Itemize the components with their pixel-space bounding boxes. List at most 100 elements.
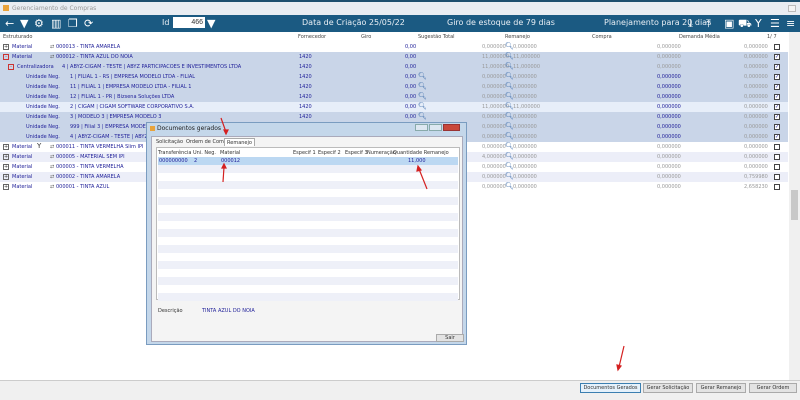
- table-row[interactable]: - Centralizadora 4 | ABYZ-CIGAM - TESTE | …: [0, 62, 788, 72]
- id-input[interactable]: [173, 17, 205, 28]
- col-numbering[interactable]: Numeração: [367, 150, 396, 156]
- table-row[interactable]: Unidade Neg. 12 | FILIAL 1 - PR | Bizsena…: [0, 92, 788, 102]
- table-row[interactable]: [158, 245, 458, 253]
- upload-icon[interactable]: ⤒: [706, 17, 711, 30]
- table-row[interactable]: [158, 197, 458, 205]
- table-row[interactable]: Unidade Neg. 1 | FILIAL 1 - RS | EMPRESA …: [0, 72, 788, 82]
- table-row[interactable]: [158, 293, 458, 301]
- collapse-icon[interactable]: -: [8, 64, 14, 70]
- row-checkbox[interactable]: ✓: [774, 64, 780, 70]
- truck-icon[interactable]: ⛟: [738, 17, 752, 30]
- search-icon[interactable]: 🔍︎: [418, 72, 427, 80]
- vertical-scrollbar[interactable]: [789, 32, 800, 380]
- col-suggestion[interactable]: Sugestão Total: [418, 34, 455, 40]
- gear-icon[interactable]: ⚙: [34, 17, 44, 30]
- expand-icon[interactable]: +: [3, 154, 9, 160]
- filter-icon[interactable]: ▼: [207, 17, 215, 30]
- expand-icon[interactable]: +: [3, 164, 9, 170]
- checklist-icon[interactable]: ☰: [770, 17, 780, 30]
- swap-icon[interactable]: ⇄: [50, 44, 54, 50]
- documents-generated-button[interactable]: Documentos Gerados: [580, 383, 641, 393]
- expand-icon[interactable]: +: [3, 184, 9, 190]
- row-checkbox[interactable]: [774, 174, 780, 180]
- table-row[interactable]: [158, 269, 458, 277]
- col-spec3[interactable]: Especif 3: [345, 150, 368, 156]
- restore-button[interactable]: [788, 5, 796, 12]
- col-qty[interactable]: Quantidade Remanejo: [393, 150, 449, 156]
- generate-request-button[interactable]: Gerar Solicitação: [643, 383, 693, 393]
- row-checkbox[interactable]: ✓: [774, 54, 780, 60]
- row-checkbox[interactable]: ✓: [774, 74, 780, 80]
- tab-remanejo[interactable]: Remanejo: [224, 138, 255, 146]
- table-row[interactable]: Unidade Neg. 3 | MODELO 3 | EMPRESA MODEL…: [0, 112, 788, 122]
- table-row[interactable]: [158, 213, 458, 221]
- table-row[interactable]: [158, 165, 458, 173]
- row-checkbox[interactable]: ✓: [774, 134, 780, 140]
- col-supplier[interactable]: Fornecedor: [298, 34, 326, 40]
- minimize-button[interactable]: [415, 124, 428, 131]
- swap-icon[interactable]: ⇄: [50, 164, 54, 170]
- clipboard-icon[interactable]: ▣: [724, 17, 734, 30]
- tab-solicitacao[interactable]: Solicitação: [154, 138, 185, 146]
- row-checkbox[interactable]: ✓: [774, 114, 780, 120]
- table-row[interactable]: [158, 221, 458, 229]
- expand-icon[interactable]: +: [3, 44, 9, 50]
- col-reallocation[interactable]: Remanejo: [505, 34, 530, 40]
- expand-icon[interactable]: +: [3, 174, 9, 180]
- table-row[interactable]: [158, 285, 458, 293]
- col-structured[interactable]: Estruturado: [3, 34, 32, 40]
- swap-icon[interactable]: ⇄: [50, 54, 54, 60]
- table-row[interactable]: [158, 189, 458, 197]
- menu-icon[interactable]: ≡: [786, 17, 795, 30]
- copy-icon[interactable]: ❐: [68, 17, 78, 30]
- col-turnover[interactable]: Giro: [361, 34, 371, 40]
- search-icon[interactable]: 🔍︎: [418, 112, 427, 120]
- row-checkbox[interactable]: [774, 164, 780, 170]
- table-row[interactable]: Unidade Neg. 2 | CIGAM | CIGAM SOFTWARE C…: [0, 102, 788, 112]
- col-spec2[interactable]: Especif 2: [318, 150, 341, 156]
- col-unit[interactable]: Uni. Neg.: [193, 150, 216, 156]
- maximize-button[interactable]: [429, 124, 442, 131]
- collapse-icon[interactable]: -: [3, 54, 9, 60]
- table-row[interactable]: [158, 173, 458, 181]
- scroll-thumb[interactable]: [791, 190, 798, 220]
- row-checkbox[interactable]: [774, 154, 780, 160]
- table-row[interactable]: [158, 277, 458, 285]
- row-checkbox[interactable]: ✓: [774, 84, 780, 90]
- swap-icon[interactable]: ⇄: [50, 154, 54, 160]
- expand-icon[interactable]: +: [3, 144, 9, 150]
- col-material[interactable]: Material: [220, 150, 240, 156]
- row-checkbox[interactable]: [774, 184, 780, 190]
- close-button[interactable]: [443, 124, 460, 131]
- filter-icon[interactable]: ▼: [20, 17, 28, 30]
- row-checkbox[interactable]: [774, 144, 780, 150]
- generate-order-button[interactable]: Gerar Ordem: [749, 383, 797, 393]
- swap-icon[interactable]: ⇄: [50, 174, 54, 180]
- swap-icon[interactable]: ⇄: [50, 184, 54, 190]
- search-icon[interactable]: 🔍︎: [418, 82, 427, 90]
- table-row[interactable]: [158, 261, 458, 269]
- col-purchase[interactable]: Compra: [592, 34, 612, 40]
- exit-button[interactable]: Sair: [436, 334, 464, 342]
- col-avg-demand[interactable]: Demanda Média: [679, 34, 720, 40]
- table-row[interactable]: [158, 229, 458, 237]
- table-row[interactable]: + Material ⇄ 000013 - TINTA AMARELA 0,00 0,00…: [0, 42, 788, 52]
- generate-reallocation-button[interactable]: Gerar Remanejo: [696, 383, 746, 393]
- table-row[interactable]: [158, 237, 458, 245]
- table-row[interactable]: Unidade Neg. 11 | FILIAL 1 | EMPRESA MODE…: [0, 82, 788, 92]
- col-transfer[interactable]: Transferência: [158, 150, 191, 156]
- back-arrow-icon[interactable]: ←: [5, 17, 14, 30]
- table-row[interactable]: [158, 253, 458, 261]
- col-spec1[interactable]: Especif 1: [293, 150, 316, 156]
- table-row[interactable]: - Material ⇄ 000012 - TINTA AZUL DO NOIA 142…: [0, 52, 788, 62]
- row-checkbox[interactable]: [774, 44, 780, 50]
- row-checkbox[interactable]: ✓: [774, 124, 780, 130]
- table-row[interactable]: 000000000 2 000012 11,000: [158, 157, 458, 165]
- merge-icon[interactable]: Y: [755, 17, 762, 30]
- row-checkbox[interactable]: ✓: [774, 94, 780, 100]
- download-icon[interactable]: ⤓: [688, 17, 693, 30]
- search-icon[interactable]: 🔍︎: [418, 102, 427, 110]
- table-row[interactable]: [158, 205, 458, 213]
- row-checkbox[interactable]: ✓: [774, 104, 780, 110]
- swap-icon[interactable]: ⇄: [50, 144, 54, 150]
